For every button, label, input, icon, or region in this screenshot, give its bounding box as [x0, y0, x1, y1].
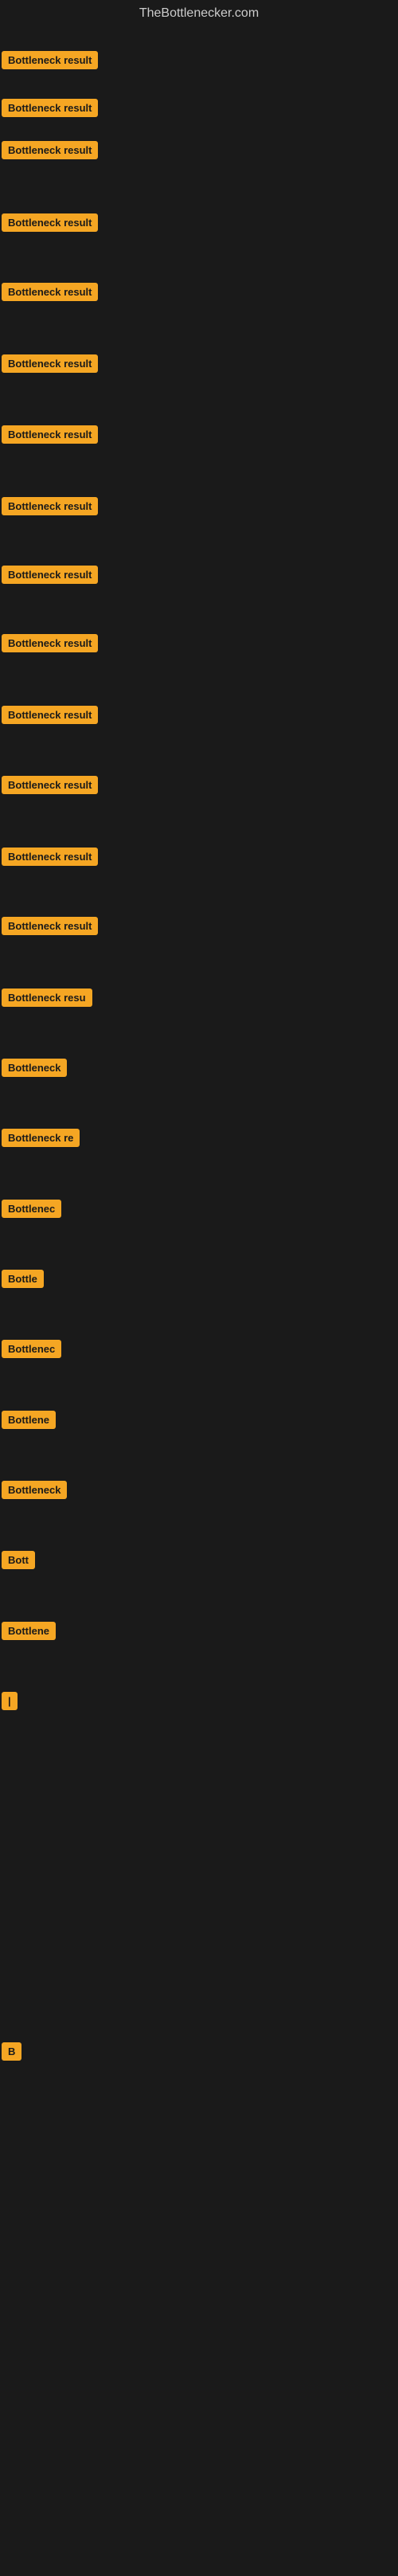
bottleneck-badge-24: Bottlene [2, 1622, 56, 1640]
bottleneck-badge-25: | [2, 1692, 18, 1710]
bottleneck-badge-3: Bottleneck result [2, 141, 98, 159]
bottleneck-badge-9: Bottleneck result [2, 566, 98, 584]
bottleneck-badge-23: Bott [2, 1551, 35, 1569]
bottleneck-badge-7: Bottleneck result [2, 425, 98, 444]
bottleneck-badge-14: Bottleneck result [2, 917, 98, 935]
site-title: TheBottlenecker.com [139, 6, 259, 20]
bottleneck-badge-17: Bottleneck re [2, 1129, 80, 1147]
bottleneck-badge-1: Bottleneck result [2, 51, 98, 69]
site-title-bar: TheBottlenecker.com [0, 0, 398, 27]
bottleneck-badge-10: Bottleneck result [2, 634, 98, 652]
bottleneck-badge-5: Bottleneck result [2, 283, 98, 301]
bottleneck-badge-20: Bottlenec [2, 1340, 61, 1358]
bottleneck-badge-16: Bottleneck [2, 1059, 67, 1077]
bottleneck-badge-26: B [2, 2042, 21, 2061]
bottleneck-badge-6: Bottleneck result [2, 354, 98, 373]
bottleneck-badge-19: Bottle [2, 1270, 44, 1288]
bottleneck-badge-22: Bottleneck [2, 1481, 67, 1499]
bottleneck-badge-4: Bottleneck result [2, 213, 98, 232]
bottleneck-badge-21: Bottlene [2, 1411, 56, 1429]
bottleneck-badge-2: Bottleneck result [2, 99, 98, 117]
bottleneck-badge-13: Bottleneck result [2, 848, 98, 866]
bottleneck-badge-18: Bottlenec [2, 1200, 61, 1218]
bottleneck-badge-8: Bottleneck result [2, 497, 98, 515]
badges-container: Bottleneck result Bottleneck result Bottle… [0, 27, 398, 2576]
bottleneck-badge-15: Bottleneck resu [2, 989, 92, 1007]
bottleneck-badge-12: Bottleneck result [2, 776, 98, 794]
bottleneck-badge-11: Bottleneck result [2, 706, 98, 724]
